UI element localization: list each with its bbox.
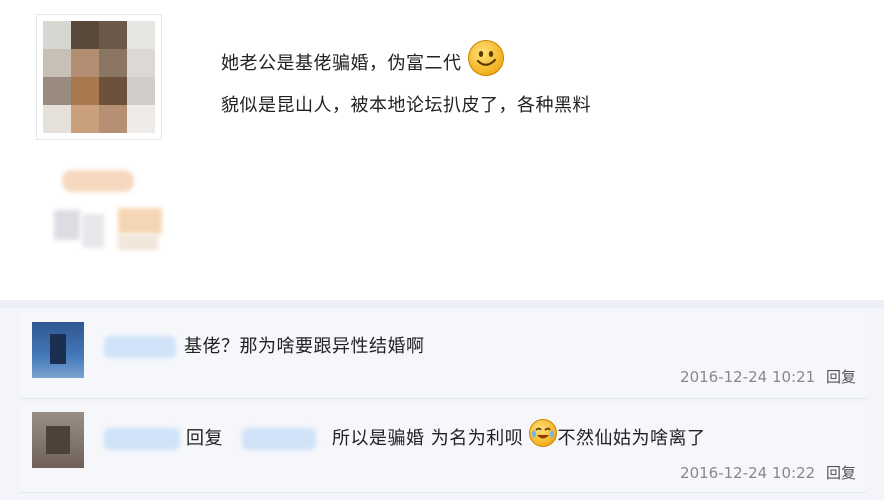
comment-text-a: 所以是骗婚 为名为利呗 (332, 428, 524, 449)
blurred-commenter-name[interactable] (104, 336, 176, 358)
reply-link[interactable]: 回复 (826, 368, 856, 386)
smile-emoji-icon (467, 40, 504, 76)
section-divider (0, 300, 884, 308)
post-line-1: 她老公是基佬骗婚，伪富二代 (221, 40, 591, 85)
comment-timestamp: 2016-12-24 10:21 (680, 368, 816, 386)
blurred-replied-name[interactable] (242, 428, 316, 450)
comment-meta: 2016-12-24 10:21 回复 (680, 366, 856, 387)
post-line-2: 貌似是昆山人，被本地论坛扒皮了，各种黑料 (221, 95, 591, 116)
laugh-cry-emoji-icon (529, 419, 558, 447)
user-avatar[interactable] (36, 14, 162, 140)
blurred-commenter-name[interactable] (104, 428, 180, 450)
comment-text-b: 不然仙姑为啥离了 (557, 428, 706, 449)
comment-text: 基佬？那为啥要跟异性结婚啊 (184, 336, 425, 357)
comment-text-line: 所以是骗婚 为名为利呗 不然仙姑为啥离了 (332, 419, 706, 453)
commenter-avatar[interactable] (32, 322, 84, 378)
post-content: 她老公是基佬骗婚，伪富二代 貌似是昆山人，被本地论坛扒皮了，各种黑料 (221, 40, 591, 127)
reply-prefix: 回复 (186, 428, 223, 449)
post-card: 她老公是基佬骗婚，伪富二代 貌似是昆山人，被本地论坛扒皮了，各种黑料 (0, 0, 884, 300)
comment-timestamp: 2016-12-24 10:22 (680, 464, 816, 482)
comment-item: 基佬？那为啥要跟异性结婚啊 2016-12-24 10:21 回复 (20, 312, 866, 399)
reply-link[interactable]: 回复 (826, 464, 856, 482)
post-line-1-text: 她老公是基佬骗婚，伪富二代 (221, 53, 462, 74)
comment-item: 回复 所以是骗婚 为名为利呗 不然仙姑为啥离了 2016-12-24 10:22… (20, 404, 866, 493)
avatar-pixelated-image (43, 21, 155, 133)
comment-meta: 2016-12-24 10:22 回复 (680, 462, 856, 483)
commenter-avatar[interactable] (32, 412, 84, 468)
blurred-username-area (50, 164, 162, 254)
